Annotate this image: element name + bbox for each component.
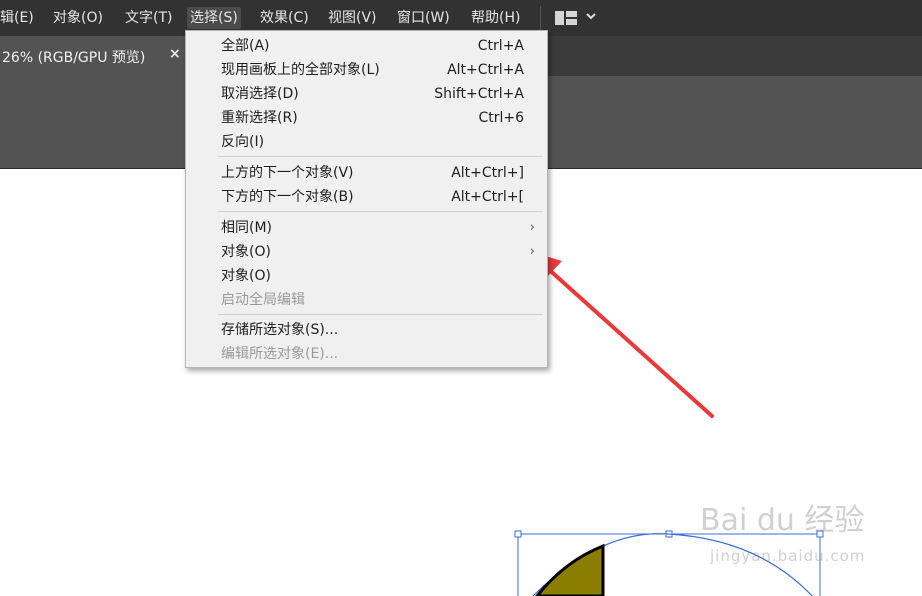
menu-item-next-object-above[interactable]: 上方的下一个对象(V) Alt+Ctrl+] [186, 161, 547, 185]
menu-item-next-object-below[interactable]: 下方的下一个对象(B) Alt+Ctrl+[ [186, 185, 547, 209]
menu-separator [218, 211, 543, 212]
document-tab-title: 26% (RGB/GPU 预览) [2, 50, 146, 66]
watermark-logo-text: Bai du 经验 [700, 503, 865, 538]
menu-select[interactable]: 选择(S) [187, 7, 241, 29]
chevron-down-icon[interactable] [585, 8, 597, 29]
menu-item-start-global-edit: 启动全局编辑 [221, 292, 305, 308]
menu-item-same[interactable]: 相同(M) › [186, 216, 547, 240]
close-icon[interactable]: × [169, 46, 181, 62]
menu-item-object[interactable]: 对象(O) [186, 264, 547, 288]
menu-type[interactable]: 文字(T) [122, 7, 175, 29]
submenu-arrow-icon: › [529, 244, 535, 259]
menu-item-inverse[interactable]: 反向(I) [186, 130, 547, 154]
menu-separator [218, 156, 543, 157]
menu-effect[interactable]: 效果(C) [257, 7, 312, 29]
menu-separator [540, 6, 541, 30]
menu-item-select-all[interactable]: 全部(A) Ctrl+A [186, 34, 547, 58]
menu-view[interactable]: 视图(V) [325, 7, 380, 29]
menu-edit[interactable]: 辑(E) [0, 7, 37, 29]
menu-window[interactable]: 窗口(W) [394, 7, 453, 29]
select-menu-dropdown: 全部(A) Ctrl+A 现用画板上的全部对象(L) Alt+Ctrl+A 取消… [185, 30, 548, 368]
document-tab[interactable]: 26% (RGB/GPU 预览) × [0, 36, 195, 76]
baidu-watermark: Bai du 经验 jingyan.baidu.com [700, 495, 910, 580]
menu-item-object-submenu[interactable]: 对象(O) › [186, 240, 547, 264]
watermark-url: jingyan.baidu.com [710, 547, 866, 565]
menu-separator [218, 314, 543, 315]
menu-item-deselect[interactable]: 取消选择(D) Shift+Ctrl+A [186, 82, 547, 106]
menu-item-select-all-artboard[interactable]: 现用画板上的全部对象(L) Alt+Ctrl+A [186, 58, 547, 82]
submenu-arrow-icon: › [529, 220, 535, 235]
menu-help[interactable]: 帮助(H) [468, 7, 523, 29]
workspace-layout-icon[interactable] [555, 11, 577, 25]
menu-object[interactable]: 对象(O) [50, 7, 106, 29]
menu-item-save-selection[interactable]: 存储所选对象(S)... [186, 318, 547, 342]
menu-item-edit-selection: 编辑所选对象(E)... [221, 346, 339, 362]
menu-item-reselect[interactable]: 重新选择(R) Ctrl+6 [186, 106, 547, 130]
